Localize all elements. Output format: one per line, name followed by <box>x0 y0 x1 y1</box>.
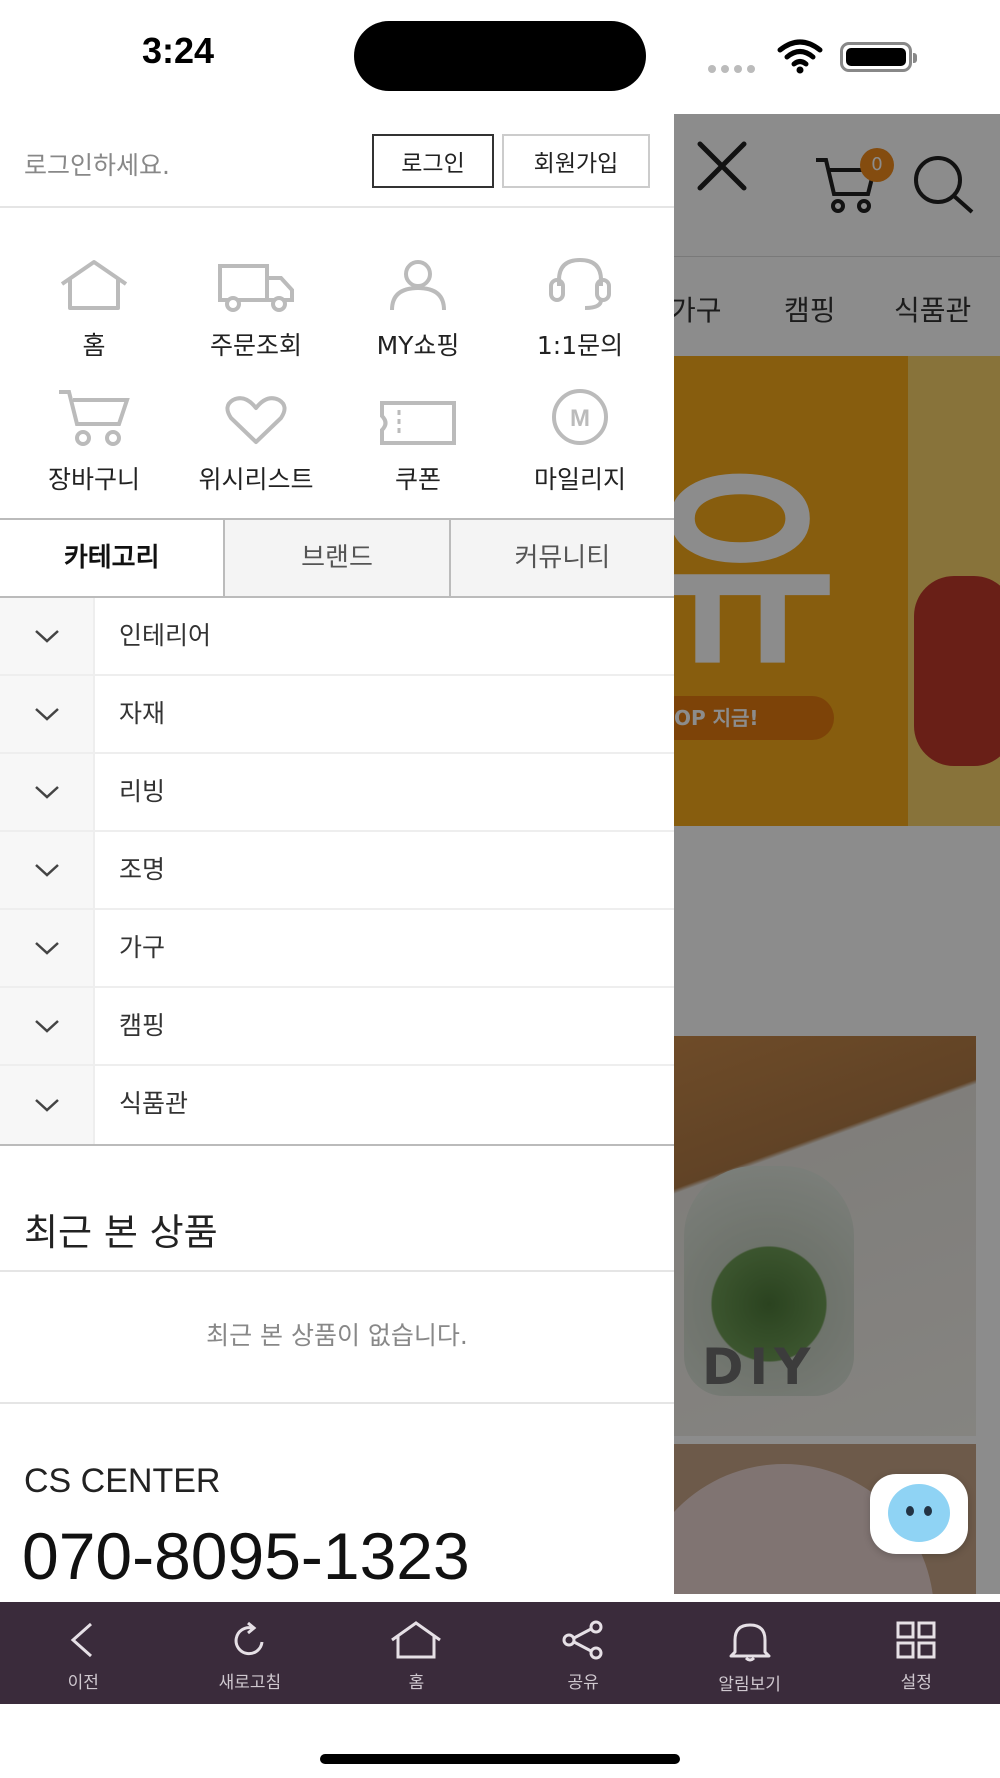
toolbar-label: 이전 <box>67 1673 99 1693</box>
login-prompt: 로그인하세요. <box>24 151 170 180</box>
chevron-down-icon[interactable] <box>0 676 95 752</box>
side-drawer: 로그인하세요. 로그인 회원가입 홈 주문조회 MY쇼핑 1:1문의 장바구니 … <box>0 114 674 1594</box>
quick-label: 1:1문의 <box>536 331 624 360</box>
quick-myshopping[interactable]: MY쇼핑 <box>338 248 498 362</box>
quick-home[interactable]: 홈 <box>14 248 174 362</box>
share-icon <box>562 1620 603 1660</box>
chevron-down-icon[interactable] <box>0 910 95 986</box>
chatbot-icon <box>888 1484 950 1542</box>
cs-phone[interactable]: 070-8095-1323 <box>22 1518 470 1594</box>
toolbar-label: 홈 <box>408 1673 425 1693</box>
user-icon <box>390 260 446 311</box>
quick-orders[interactable]: 주문조회 <box>176 248 336 362</box>
category-row[interactable]: 리빙 <box>0 754 674 832</box>
category-name: 자재 <box>119 699 166 728</box>
tab-category[interactable]: 카테고리 <box>0 520 224 596</box>
quick-label: MY쇼핑 <box>376 331 460 360</box>
dim-overlay[interactable] <box>674 114 1000 1594</box>
login-bar: 로그인하세요. 로그인 회원가입 <box>0 114 674 208</box>
quick-wishlist[interactable]: 위시리스트 <box>176 382 336 496</box>
quick-label: 마일리지 <box>533 465 626 494</box>
mileage-icon: M <box>552 389 608 445</box>
chevron-down-icon[interactable] <box>0 832 95 908</box>
heart-icon <box>225 396 287 444</box>
category-row[interactable]: 조명 <box>0 832 674 910</box>
drawer-tabs: 카테고리 브랜드 커뮤니티 <box>0 520 674 598</box>
quick-label: 위시리스트 <box>198 465 314 494</box>
category-row[interactable]: 식품관 <box>0 1066 674 1144</box>
category-name: 조명 <box>119 855 166 884</box>
bell-icon <box>729 1623 771 1662</box>
battery-icon <box>840 42 917 72</box>
toolbar-refresh-button[interactable]: 새로고침 <box>167 1602 334 1704</box>
category-name: 식품관 <box>119 1089 189 1118</box>
signal-icon <box>708 58 760 77</box>
home-indicator <box>320 1754 680 1764</box>
toolbar-label: 알림보기 <box>718 1675 781 1695</box>
toolbar-home-button[interactable]: 홈 <box>333 1602 500 1704</box>
login-button[interactable]: 로그인 <box>372 134 494 188</box>
toolbar-label: 새로고침 <box>218 1673 282 1693</box>
category-name: 리빙 <box>119 777 166 806</box>
quick-cart[interactable]: 장바구니 <box>14 382 174 496</box>
mileage-glyph: M <box>570 405 590 432</box>
truck-icon <box>218 264 294 312</box>
grid-icon <box>896 1621 936 1659</box>
wifi-icon <box>777 39 823 74</box>
category-name: 캠핑 <box>119 1011 166 1040</box>
quick-label: 장바구니 <box>47 465 140 494</box>
category-row[interactable]: 자재 <box>0 676 674 754</box>
quick-mileage[interactable]: M 마일리지 <box>500 382 660 496</box>
tab-brand[interactable]: 브랜드 <box>223 520 449 596</box>
category-row[interactable]: 가구 <box>0 910 674 988</box>
category-row[interactable]: 캠핑 <box>0 988 674 1066</box>
category-name: 인테리어 <box>119 621 212 650</box>
toolbar-label: 설정 <box>900 1673 932 1693</box>
recent-empty-message: 최근 본 상품이 없습니다. <box>0 1272 674 1404</box>
quick-label: 주문조회 <box>209 331 302 360</box>
cart-icon <box>59 390 130 446</box>
quick-menu: 홈 주문조회 MY쇼핑 1:1문의 장바구니 위시리스트 쿠폰 M 마일리지 <box>0 208 674 520</box>
cs-label: CS CENTER <box>24 1462 221 1500</box>
status-bar: 3:24 <box>0 0 1000 114</box>
tab-community[interactable]: 커뮤니티 <box>448 520 674 596</box>
join-button[interactable]: 회원가입 <box>502 134 650 188</box>
toolbar-label: 공유 <box>567 1673 599 1693</box>
chevron-down-icon[interactable] <box>0 988 95 1064</box>
back-icon <box>71 1622 93 1658</box>
chatbot-button[interactable] <box>870 1474 968 1554</box>
ticket-icon <box>380 401 456 445</box>
toolbar-settings-button[interactable]: 설정 <box>833 1602 1000 1704</box>
recent-title: 최근 본 상품 <box>0 1146 674 1272</box>
quick-coupon[interactable]: 쿠폰 <box>338 382 498 496</box>
home-icon <box>391 1621 442 1659</box>
home-icon <box>60 260 128 310</box>
dynamic-island <box>354 21 646 91</box>
status-time: 3:24 <box>142 30 215 71</box>
headset-icon <box>549 257 611 310</box>
category-list: 인테리어자재리빙조명가구캠핑식품관 <box>0 598 674 1146</box>
toolbar-notification-button[interactable]: 알림보기 <box>666 1602 833 1704</box>
toolbar-back-button[interactable]: 이전 <box>0 1602 167 1704</box>
quick-label: 쿠폰 <box>394 465 441 494</box>
quick-inquiry[interactable]: 1:1문의 <box>500 248 660 362</box>
chevron-down-icon[interactable] <box>0 1066 95 1144</box>
bottom-toolbar: 이전 새로고침 홈 공유 알림보기 설정 <box>0 1602 1000 1704</box>
category-row[interactable]: 인테리어 <box>0 598 674 676</box>
toolbar-share-button[interactable]: 공유 <box>500 1602 667 1704</box>
cs-center: CS CENTER 070-8095-1323 <box>0 1404 674 1594</box>
category-name: 가구 <box>119 933 166 962</box>
refresh-icon <box>234 1621 264 1656</box>
quick-label: 홈 <box>82 331 106 360</box>
chevron-down-icon[interactable] <box>0 754 95 830</box>
chevron-down-icon[interactable] <box>0 598 95 674</box>
